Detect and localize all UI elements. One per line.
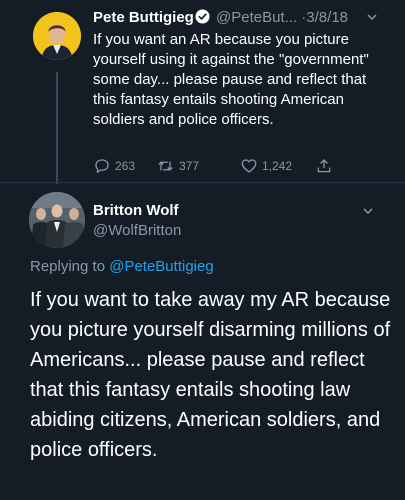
tweet-divider [0, 182, 405, 183]
chevron-down-icon[interactable] [366, 10, 378, 28]
original-tweet-text: If you want an AR because you picture yo… [93, 31, 369, 128]
share-icon [315, 157, 333, 175]
reply-tweet-text: If you want to take away my AR because y… [30, 289, 391, 461]
reply-button[interactable]: 263 [93, 157, 135, 175]
like-button[interactable]: 1,242 [240, 157, 292, 175]
reply-icon [93, 157, 111, 175]
retweet-icon [156, 157, 175, 175]
retweet-button[interactable]: 377 [156, 157, 199, 175]
original-author-avatar[interactable] [33, 12, 81, 60]
thread-connector-line [56, 72, 58, 184]
replying-to-prefix: Replying to [30, 258, 106, 275]
replying-to-line: Replying to @PeteButtigieg [30, 258, 214, 275]
retweet-count: 377 [179, 159, 200, 173]
verified-badge-icon [195, 9, 210, 30]
original-tweet-header: Pete Buttigieg @PeteBut... ·3/8/18 [93, 8, 389, 30]
reply-author-handle[interactable]: @WolfBritton [93, 222, 181, 239]
like-count: 1,242 [262, 159, 293, 173]
replying-to-link[interactable]: @PeteButtigieg [109, 258, 213, 275]
heart-icon [240, 157, 258, 175]
avatar-group-photo [29, 192, 85, 248]
share-button[interactable] [315, 157, 333, 175]
reply-author-avatar[interactable] [29, 192, 85, 248]
chevron-down-icon[interactable] [362, 204, 374, 222]
avatar-portrait-1 [33, 12, 81, 60]
original-author-handle[interactable]: @PeteBut... [216, 9, 297, 26]
original-author-name[interactable]: Pete Buttigieg [93, 9, 194, 26]
tweet-action-bar: 263 377 1,242 [93, 157, 353, 177]
reply-count: 263 [115, 159, 136, 173]
tweet-date[interactable]: 3/8/18 [306, 9, 348, 26]
reply-author-name[interactable]: Britton Wolf [93, 202, 179, 219]
